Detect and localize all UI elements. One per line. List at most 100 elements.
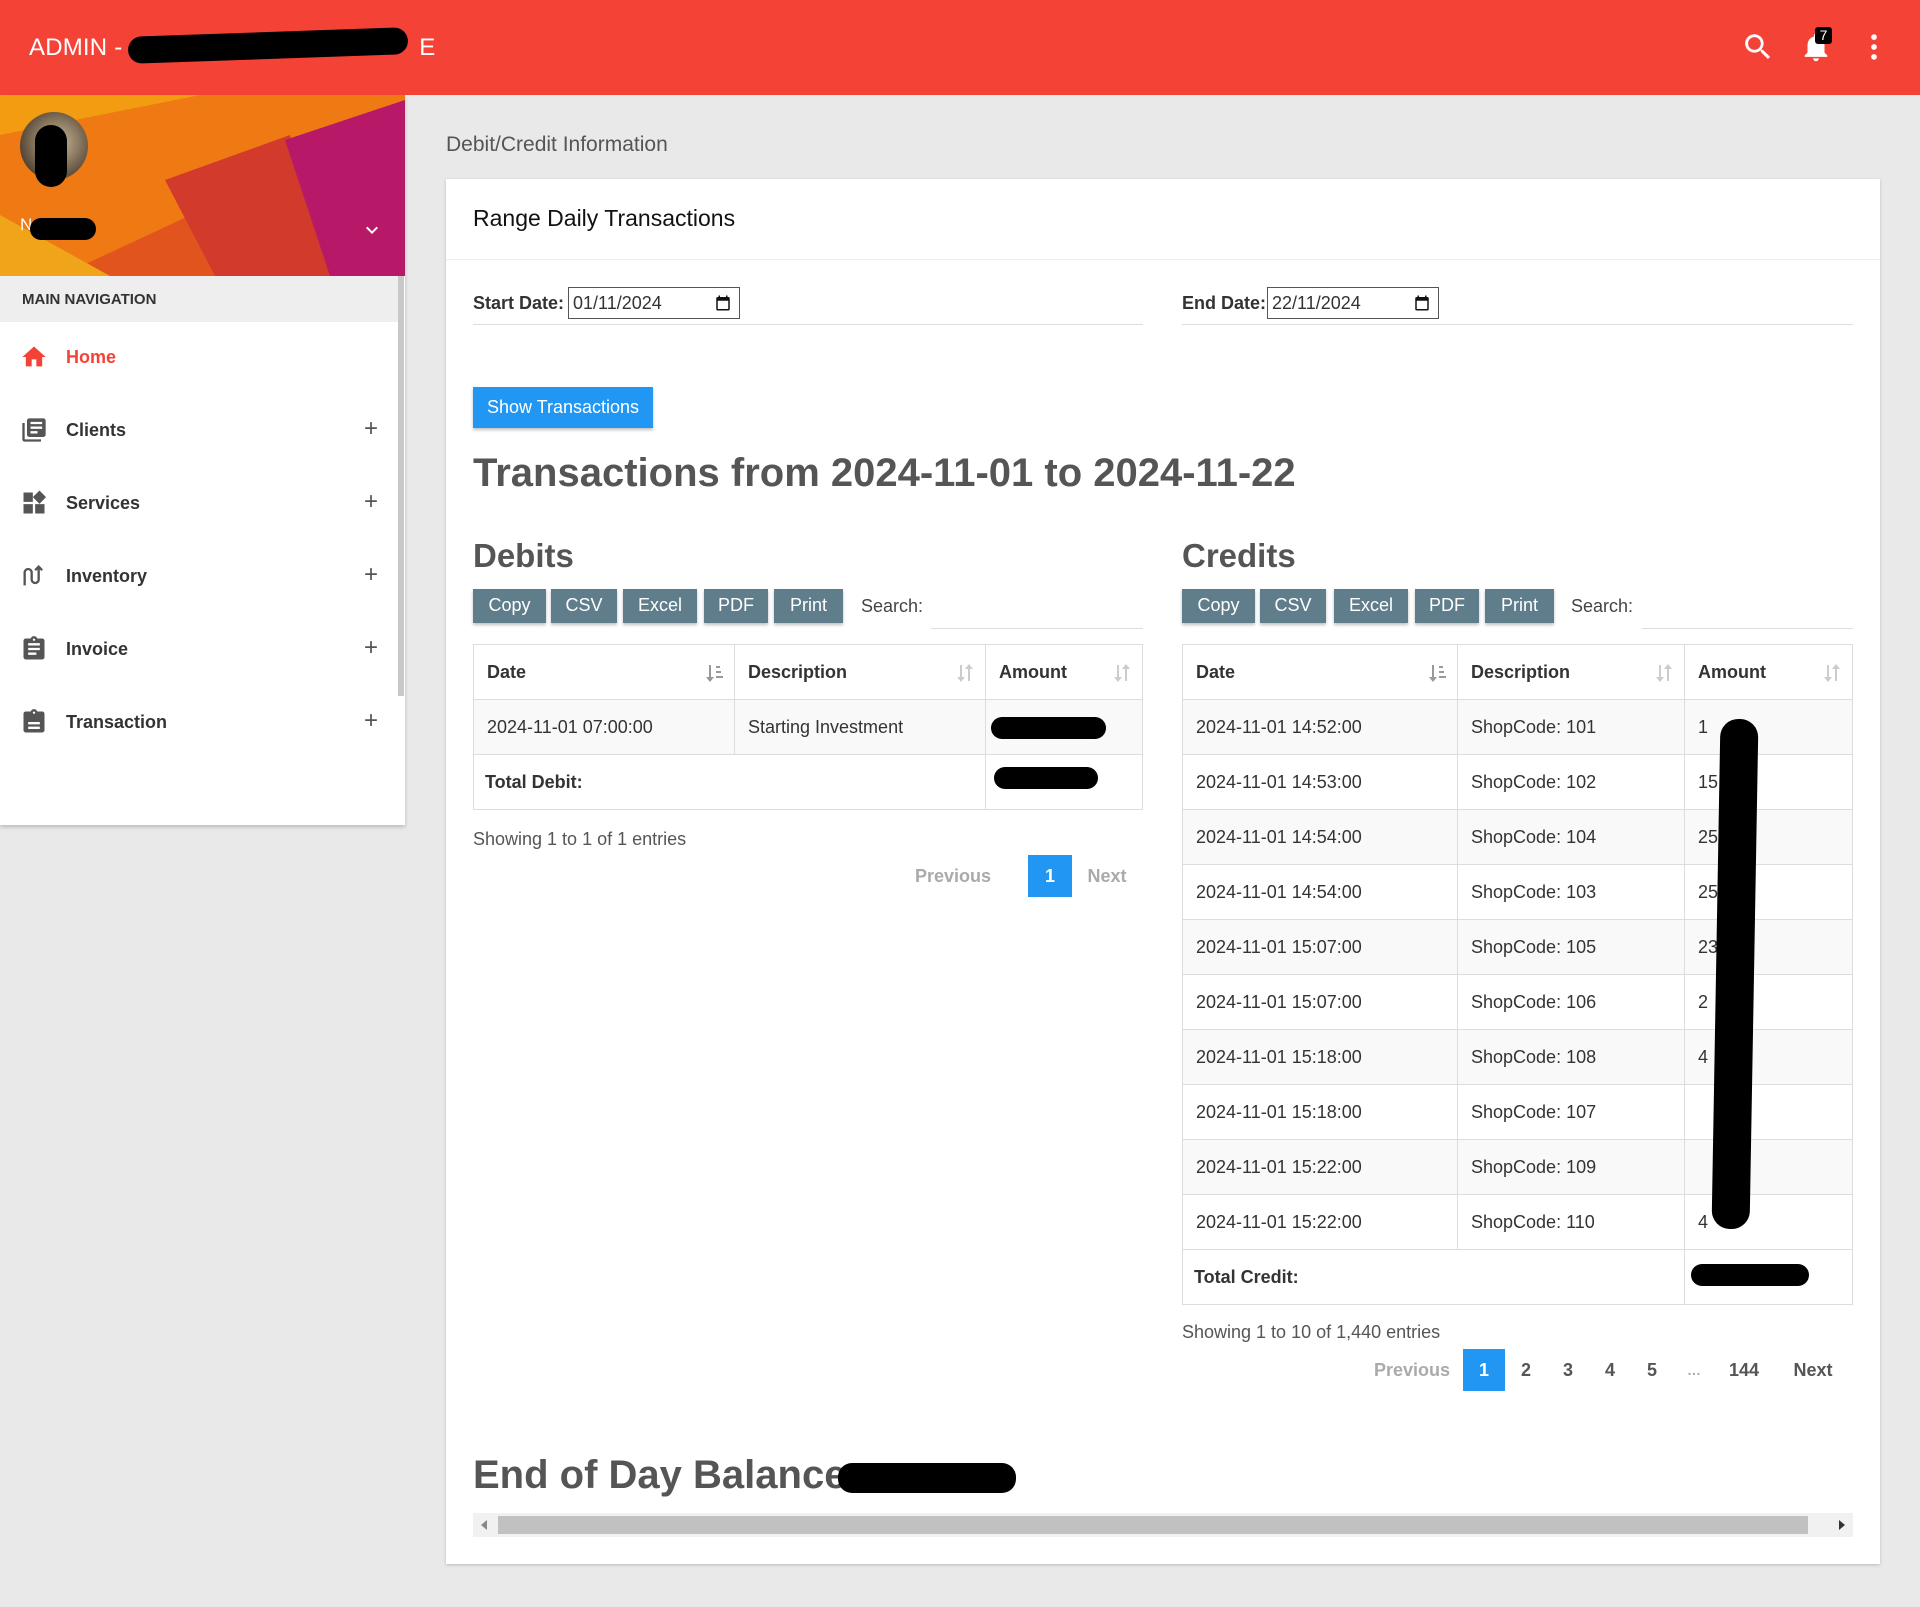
cell-amount: 25 — [1684, 864, 1853, 920]
expand-icon[interactable]: + — [364, 415, 378, 443]
column-header-amount[interactable]: Amount — [985, 644, 1143, 700]
column-header-label: Description — [748, 661, 848, 682]
credits-search-input[interactable] — [1642, 628, 1853, 629]
scrollbar-thumb[interactable] — [498, 1516, 1808, 1534]
credits-page-144[interactable]: 144 — [1719, 1349, 1769, 1391]
debits-next-button[interactable]: Next — [1082, 855, 1132, 897]
sidebar-item-label: Services — [66, 493, 141, 513]
table-row[interactable]: 2024-11-01 15:22:00 ShopCode: 110 4 — [1182, 1194, 1853, 1250]
debits-print-button[interactable]: Print — [774, 589, 843, 623]
credits-csv-button[interactable]: CSV — [1260, 589, 1326, 623]
column-header-description[interactable]: Description — [734, 644, 986, 700]
credits-page-2[interactable]: 2 — [1509, 1349, 1543, 1391]
sort-icon — [1824, 664, 1840, 682]
search-icon[interactable] — [1741, 30, 1775, 64]
cell-date: 2024-11-01 15:18:00 — [1182, 1029, 1458, 1085]
total-debit-label: Total Debit: — [473, 754, 986, 810]
cell-amount — [1684, 1139, 1853, 1195]
horizontal-scrollbar[interactable] — [473, 1513, 1853, 1537]
notification-count-badge: 7 — [1815, 27, 1832, 44]
credits-page-3[interactable]: 3 — [1551, 1349, 1585, 1391]
column-header-date[interactable]: Date — [473, 644, 735, 700]
sidebar-item-label: Home — [66, 347, 117, 367]
redaction-mark — [838, 1463, 1016, 1493]
debits-csv-button[interactable]: CSV — [551, 589, 617, 623]
transaction-icon — [23, 709, 45, 733]
expand-icon[interactable]: + — [364, 707, 378, 735]
redaction-mark — [30, 218, 96, 240]
credits-next-button[interactable]: Next — [1785, 1349, 1841, 1391]
expand-icon[interactable]: + — [364, 634, 378, 662]
sidebar-item-services[interactable]: Services + — [0, 478, 398, 528]
cell-amount: 4 — [1684, 1194, 1853, 1250]
start-date-label: Start Date: — [473, 293, 565, 313]
card-title: Range Daily Transactions — [473, 205, 736, 231]
expand-icon[interactable]: + — [364, 561, 378, 589]
cell-description: ShopCode: 101 — [1457, 699, 1685, 755]
debits-search-input[interactable] — [931, 628, 1143, 629]
table-row[interactable]: 2024-11-01 15:22:00 ShopCode: 109 — [1182, 1139, 1853, 1195]
table-row[interactable]: 2024-11-01 15:18:00 ShopCode: 107 — [1182, 1084, 1853, 1140]
show-transactions-button[interactable]: Show Transactions — [473, 387, 653, 428]
debits-previous-button[interactable]: Previous — [908, 855, 998, 897]
expand-icon[interactable]: + — [364, 488, 378, 516]
more-vertical-icon[interactable] — [1857, 30, 1891, 64]
sidebar-item-transaction[interactable]: Transaction + — [0, 697, 398, 747]
calendar-icon[interactable] — [1413, 294, 1431, 312]
cell-date: 2024-11-01 14:54:00 — [1182, 864, 1458, 920]
end-date-underline — [1182, 324, 1853, 325]
sidebar-item-inventory[interactable]: Inventory + — [0, 551, 398, 601]
invoice-icon — [23, 636, 45, 660]
column-header-description[interactable]: Description — [1457, 644, 1685, 700]
nav-section-header: MAIN NAVIGATION — [0, 276, 400, 322]
credits-excel-button[interactable]: Excel — [1334, 589, 1408, 623]
card-divider — [446, 259, 1880, 260]
debits-table-info: Showing 1 to 1 of 1 entries — [473, 829, 687, 849]
debits-excel-button[interactable]: Excel — [623, 589, 697, 623]
top-bar: ADMIN - E 7 — [0, 0, 1920, 95]
scroll-left-arrow-icon[interactable] — [479, 1520, 489, 1530]
credits-page-1[interactable]: 1 — [1463, 1349, 1505, 1391]
cell-amount: 4 — [1684, 1029, 1853, 1085]
cell-amount: 2 — [1684, 974, 1853, 1030]
column-header-date[interactable]: Date — [1182, 644, 1458, 700]
column-header-amount[interactable]: Amount — [1684, 644, 1853, 700]
sort-icon — [1114, 664, 1130, 682]
credits-print-button[interactable]: Print — [1485, 589, 1554, 623]
cell-amount: 1 — [1684, 699, 1853, 755]
cell-date: 2024-11-01 14:52:00 — [1182, 699, 1458, 755]
debits-heading: Debits — [473, 537, 574, 574]
cell-date: 2024-11-01 15:07:00 — [1182, 919, 1458, 975]
cell-date: 2024-11-01 07:00:00 — [473, 699, 735, 755]
debits-page-1[interactable]: 1 — [1028, 855, 1072, 897]
debits-pdf-button[interactable]: PDF — [704, 589, 768, 623]
sidebar-scrollbar[interactable] — [398, 276, 404, 696]
sidebar-item-clients[interactable]: Clients + — [0, 405, 398, 455]
calendar-icon[interactable] — [714, 294, 732, 312]
chevron-down-icon[interactable] — [360, 218, 384, 242]
table-header-row: Date Description Amount — [1182, 644, 1853, 700]
credits-page-4[interactable]: 4 — [1593, 1349, 1627, 1391]
debits-copy-button[interactable]: Copy — [473, 589, 546, 623]
end-of-day-balance: End of Day Balance: — [473, 1453, 860, 1497]
scroll-right-arrow-icon[interactable] — [1837, 1520, 1847, 1530]
sidebar-item-invoice[interactable]: Invoice + — [0, 624, 398, 674]
sort-icon — [957, 664, 973, 682]
user-info-panel: N — [0, 95, 405, 276]
credits-previous-button[interactable]: Previous — [1367, 1349, 1457, 1391]
services-icon — [23, 490, 47, 514]
brand-text: ADMIN - — [29, 34, 130, 61]
credits-page-5[interactable]: 5 — [1635, 1349, 1669, 1391]
range-heading: Transactions from 2024-11-01 to 2024-11-… — [473, 451, 1296, 495]
column-header-label: Description — [1471, 661, 1571, 682]
cell-amount: 15 — [1684, 754, 1853, 810]
credits-pdf-button[interactable]: PDF — [1415, 589, 1479, 623]
cell-description: ShopCode: 107 — [1457, 1084, 1685, 1140]
credits-copy-button[interactable]: Copy — [1182, 589, 1255, 623]
sidebar-item-label: Clients — [66, 420, 127, 440]
cell-amount: 23 — [1684, 919, 1853, 975]
cell-description: ShopCode: 108 — [1457, 1029, 1685, 1085]
sidebar-item-home[interactable]: Home — [0, 332, 398, 382]
sidebar-item-label: Invoice — [66, 639, 129, 659]
cell-description: ShopCode: 106 — [1457, 974, 1685, 1030]
